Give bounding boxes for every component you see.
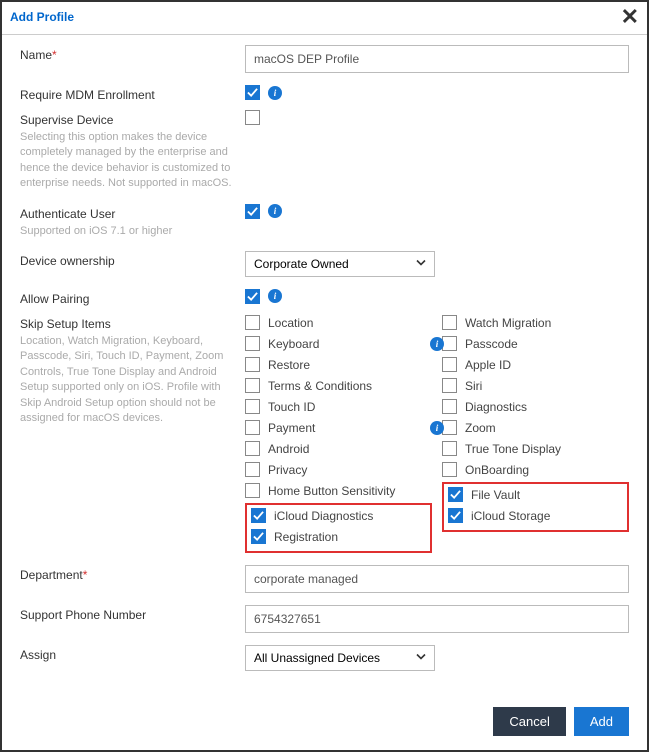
skip-item: True Tone Display (442, 440, 629, 458)
skip-item-checkbox[interactable] (448, 508, 463, 523)
skip-item-checkbox[interactable] (442, 399, 457, 414)
skip-item-label: Home Button Sensitivity (268, 484, 395, 498)
skip-item: Siri (442, 377, 629, 395)
auth-user-checkbox[interactable] (245, 204, 260, 219)
assign-select[interactable]: All Unassigned Devices (245, 645, 435, 671)
skip-item-checkbox[interactable] (245, 378, 260, 393)
skip-item-checkbox[interactable] (442, 357, 457, 372)
skip-item-checkbox[interactable] (245, 441, 260, 456)
skip-item-label: iCloud Storage (471, 509, 550, 523)
skip-item-label: Diagnostics (465, 400, 527, 414)
skip-setup-helper: Location, Watch Migration, Keyboard, Pas… (20, 331, 245, 426)
skip-item: Registration (251, 528, 426, 546)
skip-item-label: Apple ID (465, 358, 511, 372)
skip-item: OnBoarding (442, 461, 629, 479)
skip-item: File Vault (448, 486, 623, 504)
skip-item-label: Passcode (465, 337, 518, 351)
skip-item: Restore (245, 356, 432, 374)
skip-item-label: True Tone Display (465, 442, 561, 456)
skip-item: iCloud Diagnostics (251, 507, 426, 525)
support-phone-input[interactable] (245, 605, 629, 633)
info-icon[interactable]: i (430, 421, 444, 435)
name-input[interactable] (245, 45, 629, 73)
device-ownership-label: Device ownership (20, 254, 115, 268)
supervise-helper: Selecting this option makes the device c… (20, 127, 245, 192)
skip-item-checkbox[interactable] (442, 441, 457, 456)
skip-item: Touch ID (245, 398, 432, 416)
skip-item-checkbox[interactable] (442, 378, 457, 393)
skip-item-label: Terms & Conditions (268, 379, 372, 393)
skip-item: Android (245, 440, 432, 458)
close-icon[interactable]: ✕ (621, 6, 639, 28)
info-icon[interactable]: i (268, 289, 282, 303)
dialog-title: Add Profile (10, 10, 74, 24)
department-label: Department (20, 568, 83, 582)
skip-item-checkbox[interactable] (442, 462, 457, 477)
support-phone-label: Support Phone Number (20, 608, 146, 622)
skip-item: Location (245, 314, 432, 332)
skip-item-checkbox[interactable] (245, 420, 260, 435)
require-mdm-label: Require MDM Enrollment (20, 88, 155, 102)
skip-item-label: Payment (268, 421, 315, 435)
cancel-button[interactable]: Cancel (493, 707, 565, 736)
skip-item-label: Android (268, 442, 309, 456)
auth-user-helper: Supported on iOS 7.1 or higher (20, 221, 245, 239)
name-label: Name (20, 48, 52, 62)
skip-item: Diagnostics (442, 398, 629, 416)
skip-item: Home Button Sensitivity (245, 482, 432, 500)
skip-item-checkbox[interactable] (245, 315, 260, 330)
skip-setup-label: Skip Setup Items (20, 317, 245, 331)
department-input[interactable] (245, 565, 629, 593)
highlight-box: File Vault iCloud Storage (442, 482, 629, 532)
skip-item-label: Registration (274, 530, 338, 544)
skip-item-label: Location (268, 316, 313, 330)
add-button[interactable]: Add (574, 707, 629, 736)
allow-pairing-label: Allow Pairing (20, 292, 89, 306)
assign-label: Assign (20, 648, 56, 662)
skip-item: Terms & Conditions (245, 377, 432, 395)
skip-item-label: File Vault (471, 488, 520, 502)
info-icon[interactable]: i (430, 337, 444, 351)
skip-item-checkbox[interactable] (245, 336, 260, 351)
skip-item: iCloud Storage (448, 507, 623, 525)
skip-item-checkbox[interactable] (442, 315, 457, 330)
auth-user-label: Authenticate User (20, 207, 245, 221)
info-icon[interactable]: i (268, 86, 282, 100)
supervise-label: Supervise Device (20, 113, 245, 127)
info-icon[interactable]: i (268, 204, 282, 218)
skip-item-checkbox[interactable] (442, 420, 457, 435)
skip-item: Privacy (245, 461, 432, 479)
skip-item-label: Zoom (465, 421, 496, 435)
skip-item-checkbox[interactable] (245, 399, 260, 414)
skip-item-label: OnBoarding (465, 463, 529, 477)
skip-item-checkbox[interactable] (448, 487, 463, 502)
skip-item-checkbox[interactable] (245, 357, 260, 372)
skip-item-label: Privacy (268, 463, 307, 477)
skip-item-checkbox[interactable] (245, 462, 260, 477)
skip-item-checkbox[interactable] (442, 336, 457, 351)
skip-item-label: Watch Migration (465, 316, 551, 330)
skip-item: Watch Migration (442, 314, 629, 332)
skip-item-label: Keyboard (268, 337, 319, 351)
highlight-box: iCloud Diagnostics Registration (245, 503, 432, 553)
skip-item-checkbox[interactable] (251, 529, 266, 544)
device-ownership-select[interactable]: Corporate Owned (245, 251, 435, 277)
skip-item-label: iCloud Diagnostics (274, 509, 373, 523)
allow-pairing-checkbox[interactable] (245, 289, 260, 304)
skip-item: iZoom (442, 419, 629, 437)
skip-item-label: Touch ID (268, 400, 315, 414)
skip-item-label: Siri (465, 379, 482, 393)
skip-item: Keyboard (245, 335, 432, 353)
skip-item: Apple ID (442, 356, 629, 374)
skip-item-checkbox[interactable] (245, 483, 260, 498)
skip-item: iPasscode (442, 335, 629, 353)
skip-item: Payment (245, 419, 432, 437)
add-profile-dialog: Add Profile ✕ Name* Require MDM Enrollme… (0, 0, 649, 752)
skip-item-checkbox[interactable] (251, 508, 266, 523)
supervise-checkbox[interactable] (245, 110, 260, 125)
skip-item-label: Restore (268, 358, 310, 372)
require-mdm-checkbox[interactable] (245, 85, 260, 100)
